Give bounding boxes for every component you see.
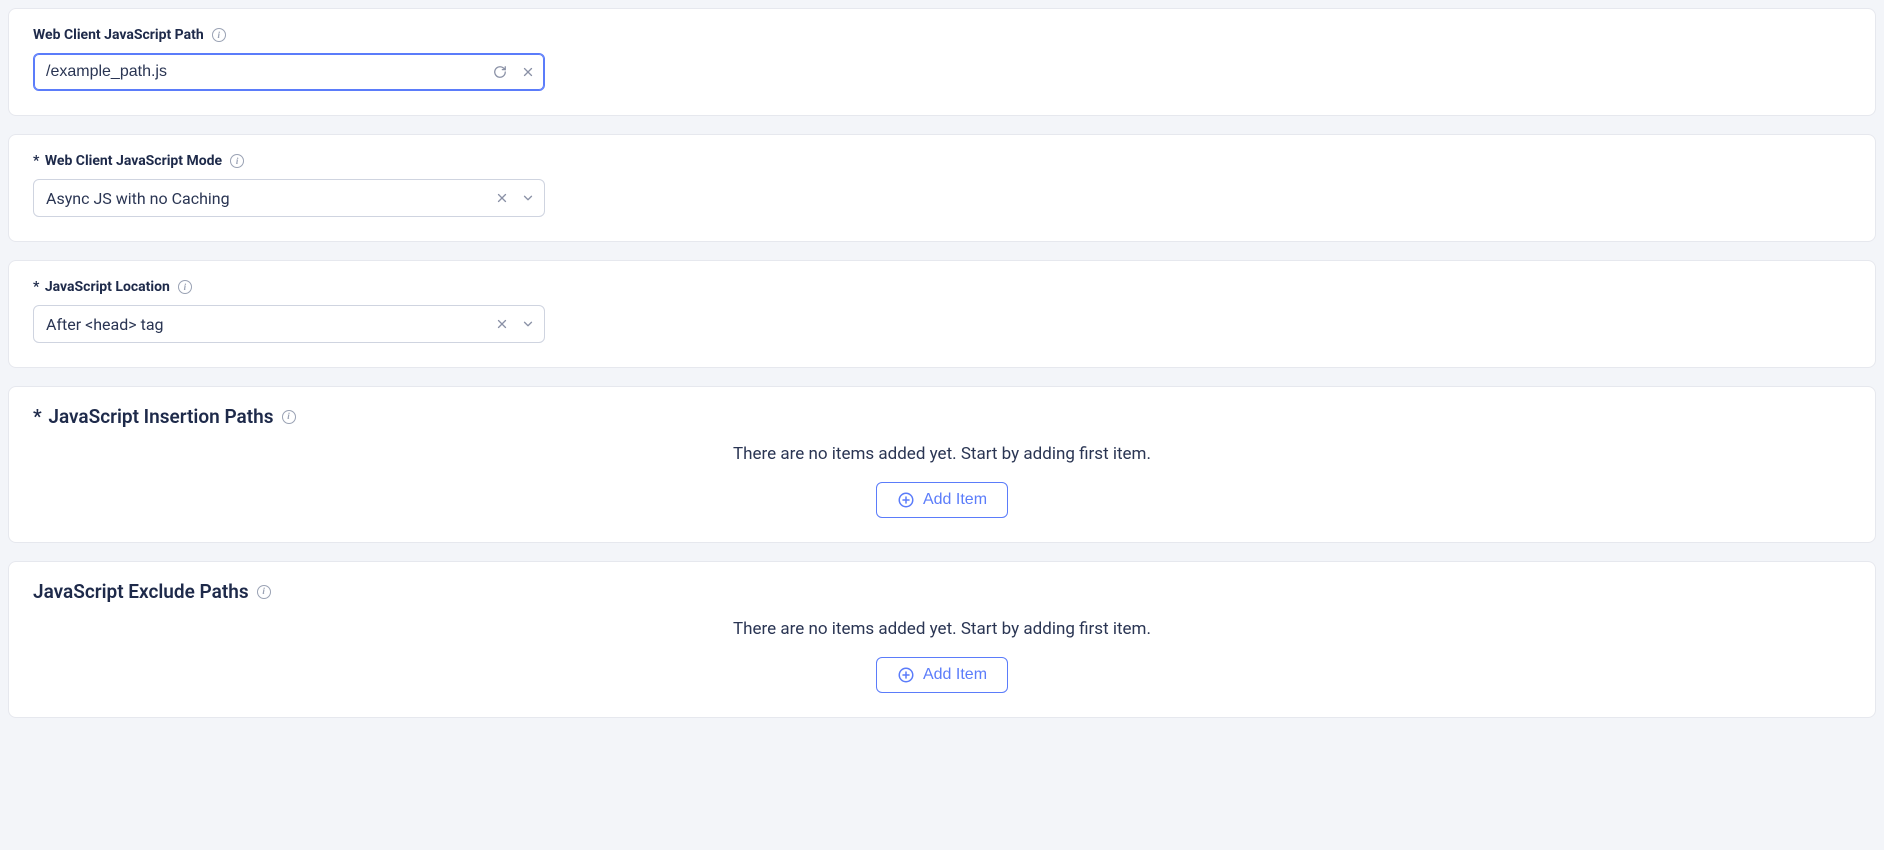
js-path-label-text: Web Client JavaScript Path xyxy=(33,27,204,43)
chevron-down-icon[interactable] xyxy=(519,189,537,207)
js-mode-value: Async JS with no Caching xyxy=(46,189,230,208)
insertion-paths-title: * JavaScript Insertion Paths i xyxy=(33,405,1851,428)
js-location-label: * JavaScript Location i xyxy=(33,279,1851,295)
js-mode-label-text: Web Client JavaScript Mode xyxy=(45,153,222,169)
js-path-label: Web Client JavaScript Path i xyxy=(33,27,1851,43)
info-icon[interactable]: i xyxy=(212,28,226,42)
js-location-value: After <head> tag xyxy=(46,315,164,334)
js-mode-select-wrap: Async JS with no Caching xyxy=(33,179,545,217)
js-path-card: Web Client JavaScript Path i xyxy=(8,8,1876,116)
js-path-input[interactable] xyxy=(33,53,545,91)
clear-icon[interactable] xyxy=(493,189,511,207)
add-item-button[interactable]: Add Item xyxy=(876,657,1008,693)
insertion-paths-card: * JavaScript Insertion Paths i There are… xyxy=(8,386,1876,543)
insertion-paths-actions: Add Item xyxy=(33,482,1851,518)
required-mark: * xyxy=(33,279,39,295)
exclude-paths-title-text: JavaScript Exclude Paths xyxy=(33,580,249,603)
js-mode-select-actions xyxy=(493,189,537,207)
exclude-paths-actions: Add Item xyxy=(33,657,1851,693)
js-location-select-wrap: After <head> tag xyxy=(33,305,545,343)
plus-circle-icon xyxy=(897,491,915,509)
chevron-down-icon[interactable] xyxy=(519,315,537,333)
clear-icon[interactable] xyxy=(519,63,537,81)
required-mark: * xyxy=(33,153,39,169)
exclude-paths-card: JavaScript Exclude Paths i There are no … xyxy=(8,561,1876,718)
info-icon[interactable]: i xyxy=(230,154,244,168)
plus-circle-icon xyxy=(897,666,915,684)
add-item-label: Add Item xyxy=(923,666,987,684)
info-icon[interactable]: i xyxy=(178,280,192,294)
exclude-paths-title: JavaScript Exclude Paths i xyxy=(33,580,1851,603)
js-mode-card: * Web Client JavaScript Mode i Async JS … xyxy=(8,134,1876,242)
js-location-select-actions xyxy=(493,315,537,333)
js-location-select[interactable]: After <head> tag xyxy=(33,305,545,343)
refresh-icon[interactable] xyxy=(491,63,509,81)
js-path-input-wrap xyxy=(33,53,545,91)
js-location-card: * JavaScript Location i After <head> tag xyxy=(8,260,1876,368)
js-location-label-text: JavaScript Location xyxy=(45,279,170,295)
insertion-paths-empty: There are no items added yet. Start by a… xyxy=(33,444,1851,464)
insertion-paths-title-text: JavaScript Insertion Paths xyxy=(48,405,273,428)
info-icon[interactable]: i xyxy=(282,410,296,424)
exclude-paths-empty: There are no items added yet. Start by a… xyxy=(33,619,1851,639)
js-mode-label: * Web Client JavaScript Mode i xyxy=(33,153,1851,169)
add-item-label: Add Item xyxy=(923,491,987,509)
add-item-button[interactable]: Add Item xyxy=(876,482,1008,518)
js-path-input-actions xyxy=(491,63,537,81)
required-mark: * xyxy=(33,405,42,428)
js-mode-select[interactable]: Async JS with no Caching xyxy=(33,179,545,217)
clear-icon[interactable] xyxy=(493,315,511,333)
info-icon[interactable]: i xyxy=(257,585,271,599)
